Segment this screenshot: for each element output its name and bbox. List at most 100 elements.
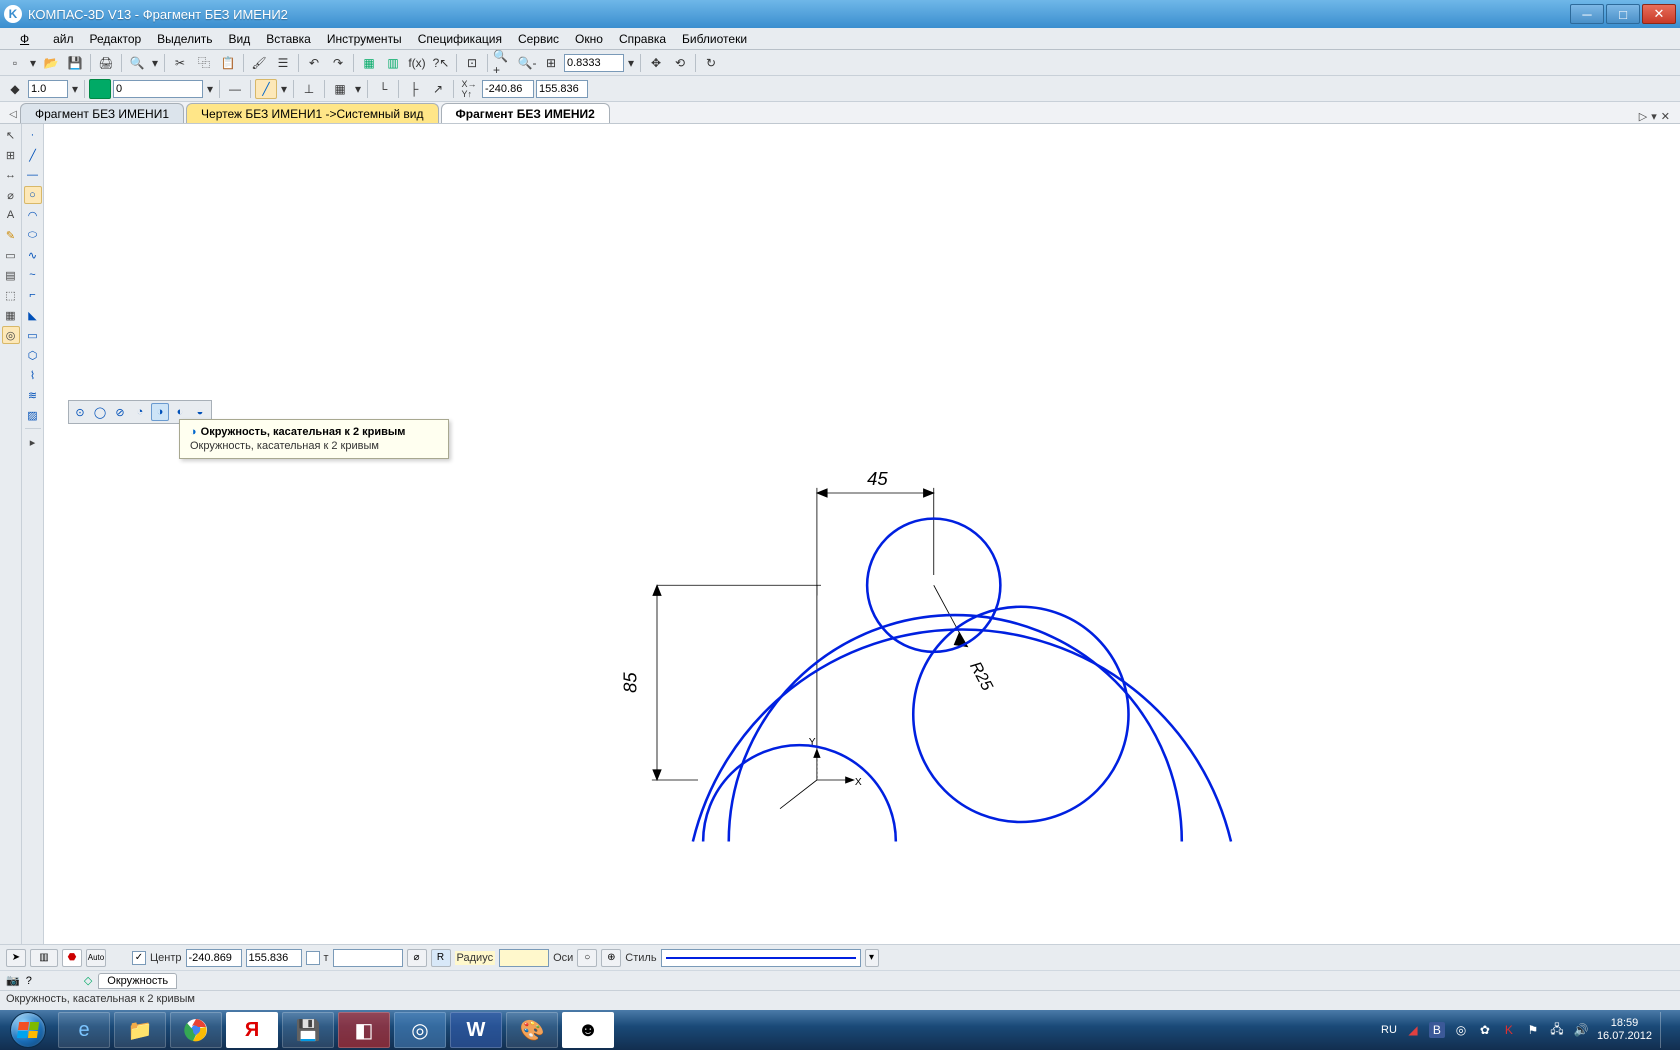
line-dropdown-icon[interactable]: ▾ (279, 79, 289, 99)
manager-icon[interactable]: ▦ (358, 53, 380, 73)
rectangle-icon[interactable]: ▭ (24, 326, 42, 344)
circle-tan2-icon[interactable]: ◑ (151, 403, 169, 421)
scale-input[interactable] (28, 80, 68, 98)
auto-icon[interactable]: Auto (86, 949, 106, 967)
taskbar-app1-icon[interactable]: ◧ (338, 1012, 390, 1048)
tray-action-center-icon[interactable]: ⚑ (1525, 1022, 1541, 1038)
round-icon[interactable]: ↗ (427, 79, 449, 99)
help-cursor-icon[interactable]: ?↖ (430, 53, 452, 73)
hatch-icon[interactable]: ▨ (24, 406, 42, 424)
zoom-in-icon[interactable]: 🔍+ (492, 53, 514, 73)
open-icon[interactable]: 📂 (40, 53, 62, 73)
tray-icon-2[interactable]: B (1429, 1022, 1445, 1038)
spline-icon[interactable]: ∿ (24, 246, 42, 264)
taskbar-save-icon[interactable]: 💾 (282, 1012, 334, 1048)
line-draw-icon[interactable]: ╱ (255, 79, 277, 99)
print-icon[interactable]: 🖨 (95, 53, 117, 73)
variables-icon[interactable]: ▥ (382, 53, 404, 73)
proptab-circle[interactable]: Окружность (98, 973, 177, 989)
menu-select[interactable]: Выделить (149, 30, 220, 48)
scale-dropdown-icon[interactable]: ▾ (70, 79, 80, 99)
r-button[interactable]: R (431, 949, 451, 967)
zoom-out-icon[interactable]: 🔍- (516, 53, 538, 73)
menu-view[interactable]: Вид (221, 30, 259, 48)
d-button[interactable]: ⌀ (407, 949, 427, 967)
pan-icon[interactable]: ✥ (645, 53, 667, 73)
tray-network-icon[interactable]: 🖧 (1549, 1022, 1565, 1038)
zoom-window-icon[interactable]: ⊡ (461, 53, 483, 73)
grid-dropdown-icon[interactable]: ▾ (353, 79, 363, 99)
axes-on-icon[interactable]: ⊕ (601, 949, 621, 967)
show-desktop-button[interactable] (1660, 1012, 1670, 1048)
chamfer-icon[interactable]: ◣ (24, 306, 42, 324)
maximize-button[interactable]: □ (1606, 4, 1640, 24)
drawing-canvas[interactable]: ⊙ ◯ ⊘ ◔ ◑ ◐ ◒ ◑ Окружность, касательная … (44, 124, 1680, 944)
contour-icon[interactable]: ⌇ (24, 366, 42, 384)
radius-input[interactable] (499, 949, 549, 967)
refresh-icon[interactable]: ↻ (700, 53, 722, 73)
style-combo[interactable] (661, 949, 861, 967)
layer-color-icon[interactable] (89, 79, 111, 99)
bezier-icon[interactable]: ~ (24, 266, 42, 284)
circle-icon[interactable]: ○ (24, 186, 42, 204)
properties-icon[interactable]: ☰ (272, 53, 294, 73)
zoom-input[interactable] (564, 54, 624, 72)
tabs-close-icon[interactable]: ✕ (1661, 110, 1670, 123)
measure-icon[interactable]: ▤ (2, 266, 20, 284)
circle-2pt-icon[interactable]: ◔ (131, 403, 149, 421)
new-dropdown-icon[interactable]: ▾ (28, 53, 38, 73)
taskbar-kompas-icon[interactable]: ◎ (394, 1012, 446, 1048)
line-style-icon[interactable]: — (224, 79, 246, 99)
fillet-icon[interactable]: ⌐ (24, 286, 42, 304)
spec-icon[interactable]: ▦ (2, 306, 20, 324)
preview-icon[interactable]: 🔍 (126, 53, 148, 73)
layer-dropdown-icon[interactable]: ▾ (205, 79, 215, 99)
circle-3pt-icon[interactable]: ◯ (91, 403, 109, 421)
coord-x-input[interactable] (482, 80, 534, 98)
zoom-dropdown-icon[interactable]: ▾ (626, 53, 636, 73)
equidistant-icon[interactable]: ≋ (24, 386, 42, 404)
tray-clock[interactable]: 18:59 16.07.2012 (1597, 1017, 1652, 1043)
tab-drawing1[interactable]: Чертеж БЕЗ ИМЕНИ1 ->Системный вид (186, 103, 439, 123)
tabs-right-arrow-icon[interactable]: ▷ (1639, 110, 1647, 123)
ellipse-icon[interactable]: ⬭ (24, 226, 42, 244)
tray-icon-1[interactable]: ◢ (1405, 1022, 1421, 1038)
menu-spec[interactable]: Спецификация (410, 30, 510, 48)
stop-icon[interactable]: ⬣ (62, 949, 82, 967)
grid-icon[interactable]: ▦ (329, 79, 351, 99)
format-painter-icon[interactable]: 🖌 (248, 53, 270, 73)
menu-file[interactable]: Файл (4, 30, 82, 48)
taskbar-paint-icon[interactable]: 🎨 (506, 1012, 558, 1048)
left-side-icons[interactable]: ▥ (30, 949, 58, 967)
prop-help-icon[interactable]: ? (26, 975, 32, 987)
style-dropdown-icon[interactable]: ▾ (865, 949, 879, 967)
taskbar-app2-icon[interactable]: ☻ (562, 1012, 614, 1048)
snap-icon[interactable]: ◆ (4, 79, 26, 99)
select-arrow-icon[interactable]: ↖ (2, 126, 20, 144)
tab-fragment2[interactable]: Фрагмент БЕЗ ИМЕНИ2 (441, 103, 610, 123)
ortho-icon[interactable]: ⊥ (298, 79, 320, 99)
polygon-icon[interactable]: ⬡ (24, 346, 42, 364)
circle-center-icon[interactable]: ⊙ (71, 403, 89, 421)
tray-icon-4[interactable]: ✿ (1477, 1022, 1493, 1038)
menu-insert[interactable]: Вставка (258, 30, 319, 48)
menu-edit[interactable]: Редактор (82, 30, 150, 48)
run-icon[interactable]: ➤ (6, 949, 26, 967)
menu-libs[interactable]: Библиотеки (674, 30, 755, 48)
center-y-input[interactable] (246, 949, 302, 967)
views-icon[interactable]: ◎ (2, 326, 20, 344)
menu-service[interactable]: Сервис (510, 30, 567, 48)
tray-kaspersky-icon[interactable]: K (1501, 1022, 1517, 1038)
taskbar-chrome-icon[interactable] (170, 1012, 222, 1048)
circle-diam-icon[interactable]: ⊘ (111, 403, 129, 421)
cut-icon[interactable]: ✂ (169, 53, 191, 73)
coord-y-input[interactable] (536, 80, 588, 98)
preview-dropdown-icon[interactable]: ▾ (150, 53, 160, 73)
menu-help[interactable]: Справка (611, 30, 674, 48)
menu-window[interactable]: Окно (567, 30, 611, 48)
param-icon[interactable]: ▭ (2, 246, 20, 264)
zoom-prev-icon[interactable]: ⟲ (669, 53, 691, 73)
layer-input[interactable] (113, 80, 203, 98)
start-button[interactable] (0, 1010, 56, 1050)
geometry-icon[interactable]: ⊞ (2, 146, 20, 164)
